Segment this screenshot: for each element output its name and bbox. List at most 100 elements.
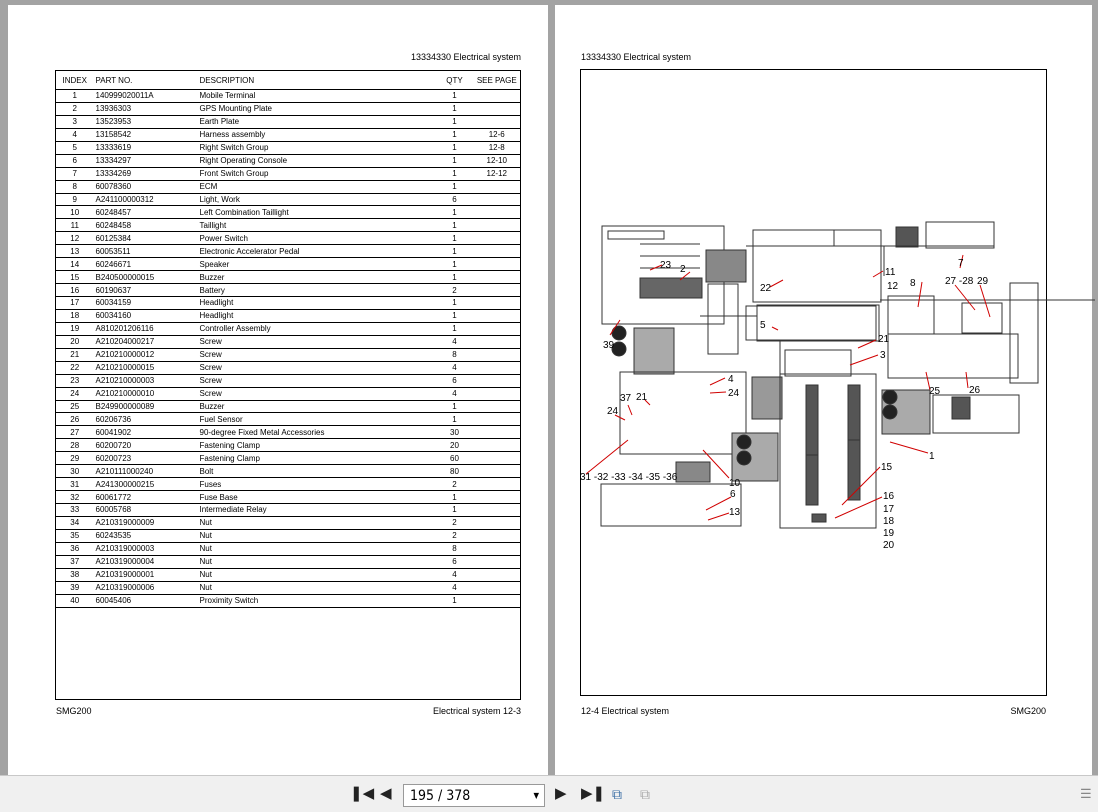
row-description: Headlight bbox=[197, 309, 436, 323]
row-qty: 4 bbox=[435, 335, 474, 349]
table-row: 13 60053511 Electronic Accelerator Pedal 1 bbox=[55, 244, 521, 259]
row-description: Battery bbox=[197, 283, 436, 297]
page-footer-left: SMG200 bbox=[56, 706, 92, 716]
row-description: Earth Plate bbox=[197, 115, 436, 129]
row-index: 37 bbox=[55, 555, 94, 569]
row-see-page bbox=[473, 594, 521, 608]
row-qty: 1 bbox=[435, 270, 474, 285]
row-part-no: 60248458 bbox=[93, 218, 198, 233]
row-index: 27 bbox=[55, 425, 94, 440]
row-qty: 6 bbox=[435, 374, 474, 388]
row-qty: 1 bbox=[435, 309, 474, 323]
table-row: 31 A241300000215 Fuses 2 bbox=[55, 477, 521, 492]
row-index: 33 bbox=[55, 503, 94, 517]
row-part-no: 13523953 bbox=[93, 115, 198, 129]
row-see-page bbox=[473, 244, 521, 259]
row-index: 40 bbox=[55, 594, 94, 608]
row-part-no: 60061772 bbox=[93, 490, 198, 504]
empty-cell bbox=[474, 607, 521, 699]
table-row: 37 A210319000004 Nut 6 bbox=[55, 555, 521, 569]
table-row: 33 60005768 Intermediate Relay 1 bbox=[55, 503, 521, 517]
menu-icon[interactable]: ☰ bbox=[1080, 786, 1092, 802]
row-index: 9 bbox=[55, 193, 94, 207]
row-part-no: A210210000010 bbox=[93, 387, 198, 401]
table-row: 7 13334269 Front Switch Group 1 12-12 bbox=[55, 167, 521, 181]
row-part-no: 60078360 bbox=[93, 180, 198, 194]
row-qty: 1 bbox=[435, 400, 474, 414]
col-description: DESCRIPTION bbox=[197, 70, 436, 90]
row-part-no: 13333619 bbox=[93, 141, 198, 155]
row-index: 39 bbox=[55, 581, 94, 595]
table-row: 26 60206736 Fuel Sensor 1 bbox=[55, 412, 521, 427]
row-see-page bbox=[473, 516, 521, 530]
chevron-down-icon[interactable]: ▼ bbox=[533, 791, 539, 800]
row-see-page bbox=[473, 322, 521, 336]
row-part-no: 60053511 bbox=[93, 244, 198, 259]
col-part-no: PART NO. bbox=[93, 70, 198, 90]
col-qty: QTY bbox=[435, 70, 474, 90]
row-see-page bbox=[473, 348, 521, 362]
page-copy-icon[interactable]: ⧉ bbox=[612, 786, 622, 802]
row-index: 15 bbox=[55, 270, 94, 285]
row-qty: 1 bbox=[435, 412, 474, 427]
row-index: 32 bbox=[55, 490, 94, 504]
prev-page-icon[interactable]: ◀ bbox=[380, 786, 392, 802]
row-part-no: 60200720 bbox=[93, 438, 198, 453]
row-qty: 1 bbox=[435, 244, 474, 259]
diagram-frame bbox=[580, 69, 1047, 696]
row-index: 31 bbox=[55, 477, 94, 492]
row-see-page: 12-12 bbox=[473, 167, 521, 181]
table-row: 9 A241100000312 Light, Work 6 bbox=[55, 193, 521, 207]
row-index: 26 bbox=[55, 412, 94, 427]
row-index: 1 bbox=[55, 89, 94, 103]
row-part-no: A210319000009 bbox=[93, 516, 198, 530]
row-description: Screw bbox=[197, 335, 436, 349]
table-row: 17 60034159 Headlight 1 bbox=[55, 296, 521, 310]
table-row: 8 60078360 ECM 1 bbox=[55, 180, 521, 194]
table-row: 38 A210319000001 Nut 4 bbox=[55, 568, 521, 582]
row-index: 5 bbox=[55, 141, 94, 155]
row-qty: 1 bbox=[435, 141, 474, 155]
row-qty: 4 bbox=[435, 361, 474, 375]
page-header: 13334330 Electrical system bbox=[410, 52, 521, 62]
row-index: 7 bbox=[55, 167, 94, 181]
row-index: 25 bbox=[55, 400, 94, 414]
row-index: 12 bbox=[55, 231, 94, 246]
row-see-page bbox=[473, 387, 521, 401]
table-row: 30 A210111000240 Bolt 80 bbox=[55, 464, 521, 479]
empty-cell bbox=[436, 607, 474, 699]
page-header: 13334330 Electrical system bbox=[581, 52, 692, 62]
row-see-page bbox=[473, 542, 521, 556]
row-see-page bbox=[473, 283, 521, 297]
row-description: Nut bbox=[197, 542, 436, 556]
row-part-no: A210319000001 bbox=[93, 568, 198, 582]
table-blank-space bbox=[56, 607, 521, 699]
row-qty: 8 bbox=[435, 542, 474, 556]
row-description: Buzzer bbox=[197, 270, 436, 285]
row-index: 24 bbox=[55, 387, 94, 401]
row-see-page bbox=[473, 555, 521, 569]
first-page-icon[interactable]: ❚◀ bbox=[350, 786, 374, 802]
row-part-no: 13936303 bbox=[93, 102, 198, 116]
row-description: Screw bbox=[197, 374, 436, 388]
table-row: 18 60034160 Headlight 1 bbox=[55, 309, 521, 323]
last-page-icon[interactable]: ▶❚ bbox=[581, 786, 605, 802]
row-see-page bbox=[473, 296, 521, 310]
left-page: 13334330 Electrical system INDEX PART NO… bbox=[8, 5, 548, 775]
row-index: 20 bbox=[55, 335, 94, 349]
row-see-page bbox=[473, 309, 521, 323]
row-see-page bbox=[473, 529, 521, 543]
row-index: 8 bbox=[55, 180, 94, 194]
row-index: 30 bbox=[55, 464, 94, 479]
row-see-page bbox=[473, 464, 521, 479]
page-number-select[interactable]: 195 / 378 ▼ bbox=[403, 784, 545, 807]
row-description: Right Switch Group bbox=[197, 141, 436, 155]
table-header: INDEX PART NO. DESCRIPTION QTY SEE PAGE bbox=[55, 70, 521, 90]
row-part-no: 60248457 bbox=[93, 205, 198, 220]
next-page-icon[interactable]: ▶ bbox=[555, 786, 567, 802]
row-description: Fuses bbox=[197, 477, 436, 492]
row-see-page bbox=[473, 400, 521, 414]
row-part-no: A210319000006 bbox=[93, 581, 198, 595]
table-row: 14 60246671 Speaker 1 bbox=[55, 257, 521, 272]
page-footer-right: Electrical system 12-3 bbox=[432, 706, 521, 716]
